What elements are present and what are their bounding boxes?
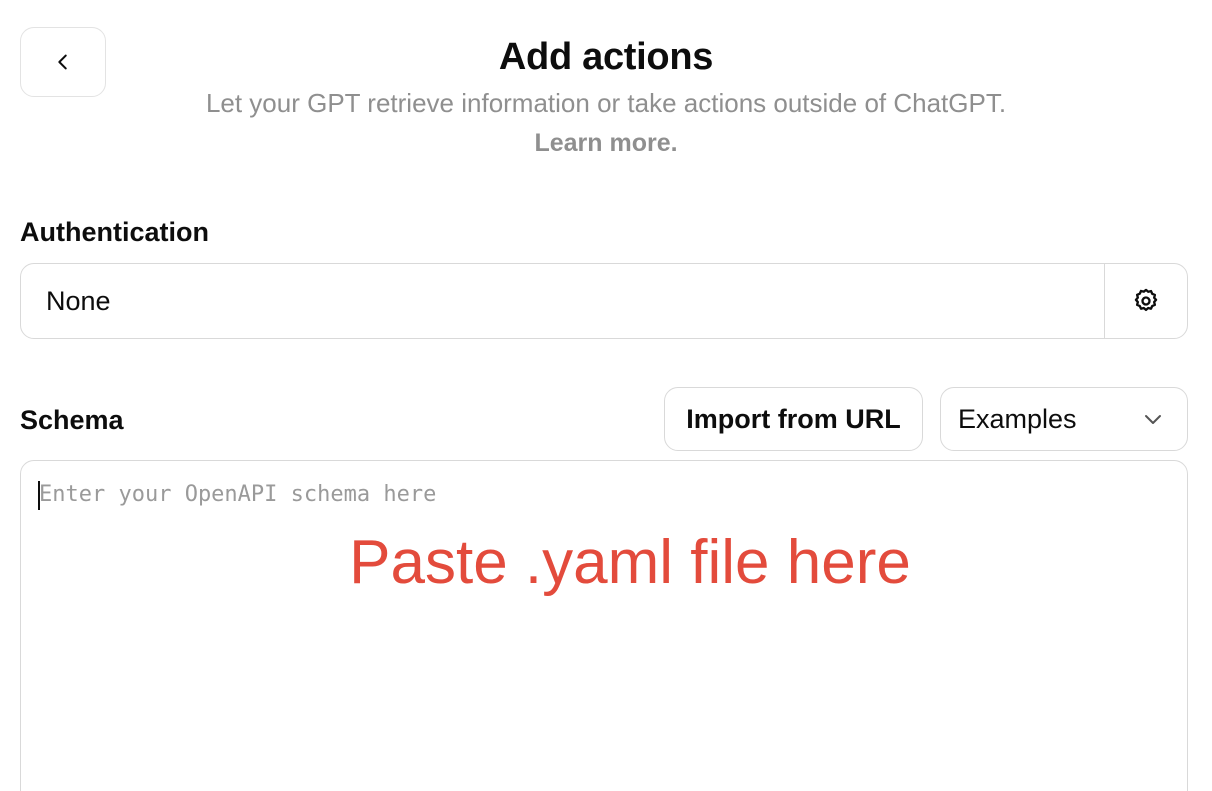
schema-editor[interactable]: Enter your OpenAPI schema here (20, 460, 1188, 791)
authentication-value[interactable]: None (21, 264, 1104, 338)
chevron-down-icon (1145, 415, 1161, 424)
schema-label: Schema (20, 405, 124, 435)
paste-yaml-annotation: Paste .yaml file here (349, 528, 911, 597)
authentication-field[interactable]: None (20, 263, 1188, 339)
page-subtitle: Let your GPT retrieve information or tak… (205, 88, 1007, 118)
authentication-label: Authentication (20, 217, 209, 247)
page-header: Add actions Let your GPT retrieve inform… (0, 34, 1212, 160)
examples-dropdown-label: Examples (958, 403, 1077, 434)
authentication-settings-button[interactable] (1104, 264, 1187, 338)
gear-icon (1134, 288, 1158, 312)
schema-placeholder: Enter your OpenAPI schema here (39, 482, 437, 507)
add-actions-page: Add actions Let your GPT retrieve inform… (0, 0, 1212, 791)
page-title: Add actions (498, 36, 714, 78)
examples-dropdown[interactable]: Examples (940, 387, 1188, 451)
text-caret (38, 481, 40, 510)
learn-more-link[interactable]: Learn more. (534, 126, 677, 160)
import-from-url-button[interactable]: Import from URL (664, 387, 923, 451)
